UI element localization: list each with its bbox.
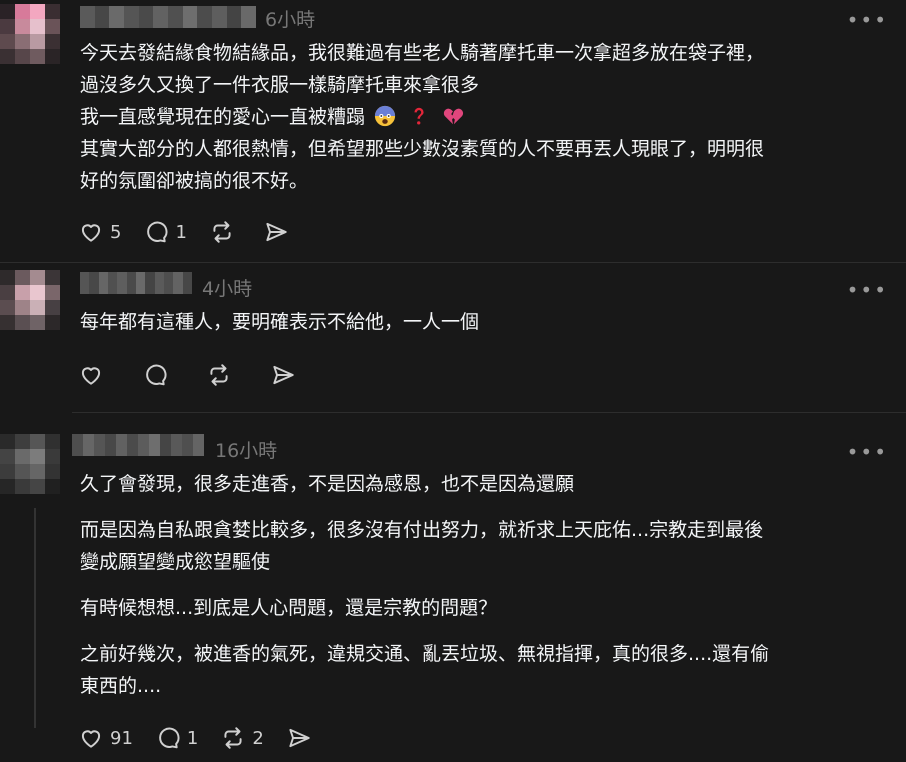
red-question-mark-emoji [414, 107, 424, 125]
like-button[interactable]: 5 [78, 219, 121, 245]
post-timestamp: 16小時 [215, 440, 278, 462]
post-actions: 91 1 2 [78, 724, 334, 752]
post-line: 好的氛圍卻被搞的很不好。 [80, 170, 309, 192]
repost-count: 2 [252, 727, 264, 749]
more-icon[interactable]: ••• [847, 442, 888, 462]
avatar[interactable] [0, 4, 60, 64]
post-line: 今天去發結緣食物結緣品，我很難過有些老人騎著摩托車一次拿超多放在袋子裡， [80, 42, 765, 64]
share-icon [266, 222, 287, 242]
reply-button[interactable]: 1 [143, 219, 187, 245]
share-button[interactable] [263, 219, 289, 245]
post-line: 久了會發現，很多走進香，不是因為感恩，也不是因為還願 [80, 473, 575, 495]
post-line: 其實大部分的人都很熱情，但希望那些少數沒素質的人不要再丟人現眼了，明明很 [80, 138, 765, 160]
repost-icon [224, 727, 242, 749]
like-button[interactable] [78, 362, 104, 388]
like-count: 5 [110, 221, 122, 243]
share-button[interactable] [270, 362, 296, 388]
username[interactable] [72, 434, 204, 456]
heart-icon [81, 730, 101, 748]
repost-button[interactable] [206, 362, 232, 388]
comment-icon [146, 364, 167, 386]
post-line: 而是因為自私跟貪婪比較多，很多沒有付出努力，就祈求上天庇佑...宗教走到最後 [80, 519, 764, 541]
share-button[interactable] [286, 725, 312, 751]
comment-icon [147, 221, 168, 243]
post-line: 過沒多久又換了一件衣服一樣騎摩托車來拿很多 [80, 74, 480, 96]
post: 16小時 ••• 久了會發現，很多走進香，不是因為感恩，也不是因為還願 而是因為… [0, 412, 906, 762]
reply-button[interactable]: 1 [155, 725, 198, 751]
post-line: 之前好幾次，被進香的氣死，違規交通、亂丟垃圾、無視指揮，真的很多....還有偷 [80, 643, 770, 665]
reply-button[interactable] [142, 362, 168, 388]
reply-count: 1 [175, 221, 187, 243]
post-text: 每年都有這種人，要明確表示不給他，一人一個 [80, 306, 890, 338]
threads-feed: 6小時 ••• 今天去發結緣食物結緣品，我很難過有些老人騎著摩托車一次拿超多放在… [0, 0, 906, 762]
post-line: 東西的.... [80, 675, 162, 697]
post: 4小時 ••• 每年都有這種人，要明確表示不給他，一人一個 [0, 262, 906, 412]
post-line: 變成願望變成慾望驅使 [80, 551, 271, 573]
broken-heart-emoji [443, 108, 464, 125]
avatar[interactable] [0, 270, 60, 330]
more-icon[interactable]: ••• [847, 10, 888, 30]
repost-button[interactable] [209, 219, 241, 245]
repost-icon [210, 364, 228, 386]
repost-button[interactable]: 2 [220, 725, 264, 751]
post-line: 我一直感覺現在的愛心一直被糟蹋 [80, 101, 890, 133]
share-icon [289, 728, 310, 748]
post-actions [78, 361, 318, 389]
username[interactable] [80, 6, 256, 28]
heart-icon [81, 367, 101, 385]
post: 6小時 ••• 今天去發結緣食物結緣品，我很難過有些老人騎著摩托車一次拿超多放在… [0, 0, 906, 262]
username[interactable] [80, 272, 192, 294]
post-line: 每年都有這種人，要明確表示不給他，一人一個 [80, 311, 480, 333]
post-line-text: 我一直感覺現在的愛心一直被糟蹋 [80, 106, 366, 128]
reply-count: 1 [186, 727, 199, 749]
like-button[interactable]: 91 [78, 725, 133, 751]
post-actions: 5 1 [78, 218, 311, 246]
post-text: 今天去發結緣食物結緣品，我很難過有些老人騎著摩托車一次拿超多放在袋子裡， 過沒多… [80, 37, 890, 197]
like-count: 91 [110, 727, 133, 749]
post-text: 久了會發現，很多走進香，不是因為感恩，也不是因為還願 而是因為自私跟貪婪比較多，… [80, 468, 890, 702]
scared-face-emoji [374, 105, 396, 127]
comment-icon [159, 727, 180, 749]
more-icon[interactable]: ••• [847, 280, 888, 300]
repost-icon [213, 221, 231, 243]
thread-line [34, 508, 36, 728]
post-timestamp: 6小時 [265, 9, 316, 31]
post-line: 有時候想想...到底是人心問題，還是宗教的問題？ [80, 597, 498, 619]
share-icon [273, 365, 294, 385]
avatar[interactable] [0, 434, 60, 494]
post-timestamp: 4小時 [202, 278, 253, 300]
heart-icon [81, 224, 101, 242]
